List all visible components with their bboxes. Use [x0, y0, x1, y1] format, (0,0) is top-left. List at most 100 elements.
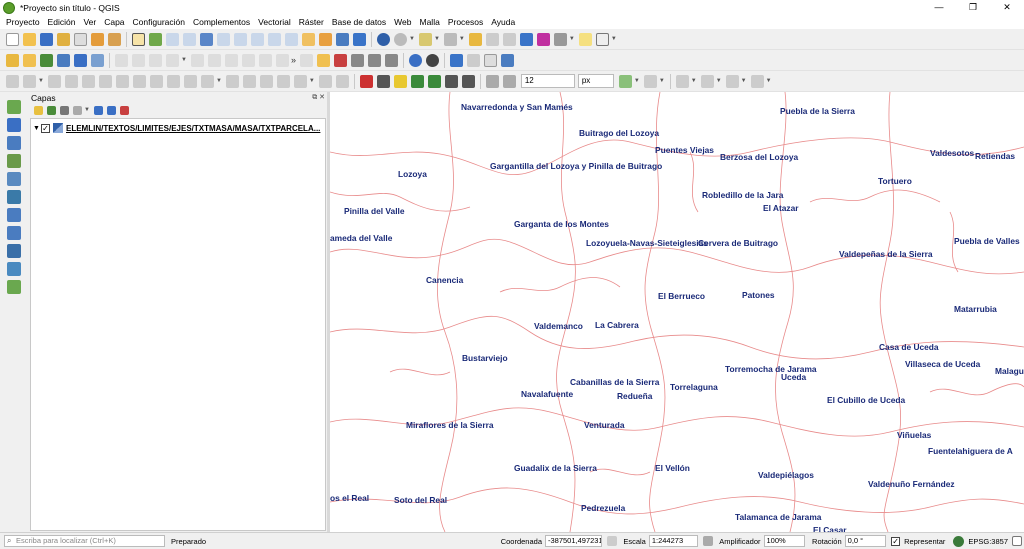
merge-attributes-icon[interactable]	[276, 74, 290, 88]
zoom-last-icon[interactable]	[268, 32, 281, 46]
move-feature-icon[interactable]	[47, 74, 61, 88]
text-tool-icon[interactable]	[485, 74, 499, 88]
circle-tool-icon[interactable]	[700, 74, 714, 88]
minimize-button[interactable]: —	[922, 0, 956, 15]
menu-complementos[interactable]: Complementos	[189, 17, 254, 27]
zoom-full-icon[interactable]	[200, 32, 213, 46]
remove-layer-icon[interactable]	[119, 105, 129, 115]
bookmark-icon[interactable]	[336, 32, 349, 46]
expand-all-icon[interactable]	[93, 105, 103, 115]
database-icon[interactable]	[408, 53, 422, 67]
layer-visibility-checkbox[interactable]: ✓	[41, 123, 50, 133]
add-delimited-text-icon[interactable]	[7, 154, 21, 168]
label-change-icon[interactable]	[444, 74, 458, 88]
select-by-value-icon[interactable]	[468, 32, 482, 46]
open-layer-styling-icon[interactable]	[34, 105, 43, 115]
close-button[interactable]: ✕	[990, 0, 1024, 15]
zoom-next-icon[interactable]	[285, 32, 298, 46]
refresh-icon[interactable]	[353, 32, 366, 46]
menu-ver[interactable]: Ver	[79, 17, 100, 27]
menu-configuracion[interactable]: Configuración	[129, 17, 189, 27]
plugin-icon[interactable]	[466, 53, 480, 67]
change-label-icon[interactable]	[384, 53, 398, 67]
menu-raster[interactable]: Ráster	[295, 17, 328, 27]
crs-icon[interactable]	[953, 535, 965, 547]
add-wms-icon[interactable]	[74, 53, 87, 67]
print-layout-icon[interactable]	[74, 32, 87, 46]
rotate-feature-icon[interactable]	[64, 74, 78, 88]
scale-field[interactable]: 1:244273	[648, 535, 699, 547]
maximize-button[interactable]: ❐	[956, 0, 990, 15]
menu-edicion[interactable]: Edición	[44, 17, 80, 27]
delete-selected-icon[interactable]	[190, 53, 204, 67]
add-raster-icon[interactable]	[57, 53, 70, 67]
expand-arrow-icon[interactable]: ▼	[33, 125, 41, 132]
save-project-icon[interactable]	[40, 32, 53, 46]
unit-select[interactable]: px	[577, 74, 614, 88]
font-size-spinbox[interactable]: 12	[520, 74, 575, 88]
merge-features-icon[interactable]	[259, 74, 273, 88]
zoom-in-icon[interactable]	[166, 32, 179, 46]
add-virtual-layer-icon[interactable]	[91, 53, 104, 67]
zoom-out-icon[interactable]	[183, 32, 196, 46]
menu-ayuda[interactable]: Ayuda	[487, 17, 519, 27]
text-annotation-icon[interactable]	[595, 32, 609, 46]
python-console-icon[interactable]	[449, 53, 463, 67]
lock-scale-icon[interactable]	[703, 536, 714, 546]
add-postgis-icon[interactable]	[7, 208, 21, 222]
open-data-source-icon[interactable]	[23, 53, 36, 67]
polygon-tool-icon[interactable]	[750, 74, 764, 88]
label-options-icon[interactable]	[316, 53, 330, 67]
label-move-icon[interactable]	[410, 74, 424, 88]
add-ring-icon[interactable]	[98, 74, 112, 88]
rotate-label-icon[interactable]	[367, 53, 381, 67]
add-mesh-layer-icon[interactable]	[7, 136, 21, 150]
vertex-tool-icon[interactable]	[166, 53, 179, 67]
split-features-icon[interactable]	[225, 74, 239, 88]
undo-icon[interactable]	[258, 53, 272, 67]
attribute-table-icon[interactable]	[485, 32, 499, 46]
add-part-icon[interactable]	[115, 74, 129, 88]
trim-extend-icon[interactable]	[335, 74, 349, 88]
text-format-icon[interactable]	[502, 74, 516, 88]
pan-to-selection-icon[interactable]	[149, 32, 162, 46]
pan-icon[interactable]	[132, 32, 145, 46]
add-point-icon[interactable]	[23, 74, 36, 88]
calculator-icon[interactable]	[483, 53, 497, 67]
style-manager-icon[interactable]	[108, 32, 121, 46]
add-group-icon[interactable]	[47, 105, 56, 115]
add-wcs-icon[interactable]	[7, 262, 21, 276]
locator-search[interactable]: ⌕ Escriba para localizar (Ctrl+K)	[4, 535, 166, 547]
reshape-icon[interactable]	[183, 74, 197, 88]
move-label-icon[interactable]	[350, 53, 364, 67]
offset-curve-icon[interactable]	[200, 74, 214, 88]
new-project-icon[interactable]	[6, 32, 19, 46]
messages-icon[interactable]	[1011, 536, 1022, 546]
magnifier-field[interactable]: 100%	[763, 535, 806, 547]
new-shapefile-icon[interactable]	[7, 280, 21, 294]
label-pin-icon[interactable]	[359, 74, 373, 88]
shape-tool-icon[interactable]	[675, 74, 689, 88]
coordinate-field[interactable]: -387501,4972314	[545, 535, 603, 547]
zoom-layer-icon[interactable]	[234, 32, 247, 46]
menu-malla[interactable]: Malla	[416, 17, 444, 27]
add-vector-layer-icon[interactable]	[7, 100, 21, 114]
map-canvas[interactable]: Navarredonda y San Mamés Buitrago del Loz…	[330, 92, 1024, 532]
menu-vectorial[interactable]: Vectorial	[254, 17, 295, 27]
rotation-field[interactable]: 0,0 °	[844, 535, 887, 547]
simplify-icon[interactable]	[81, 74, 95, 88]
highlight-pinned-icon[interactable]	[333, 53, 347, 67]
diagram-icon[interactable]	[393, 74, 407, 88]
crs-label[interactable]: EPSG:3857	[968, 537, 1008, 546]
metasearch-icon[interactable]	[500, 53, 514, 67]
filter-legend-icon[interactable]	[73, 105, 82, 115]
fill-ring-icon[interactable]	[132, 74, 146, 88]
add-raster-layer-icon[interactable]	[7, 118, 21, 132]
new-map-view-icon[interactable]	[302, 32, 315, 46]
digitize-icon[interactable]	[149, 53, 162, 67]
save-as-icon[interactable]	[57, 32, 70, 46]
label-toolbar-icon[interactable]	[299, 53, 313, 67]
layer-name[interactable]: ELEMLIN/TEXTOS/LIMITES/EJES/TXTMASA/MASA…	[66, 124, 320, 133]
add-spatialite-icon[interactable]	[7, 172, 21, 186]
add-layer-icon[interactable]	[6, 53, 19, 67]
